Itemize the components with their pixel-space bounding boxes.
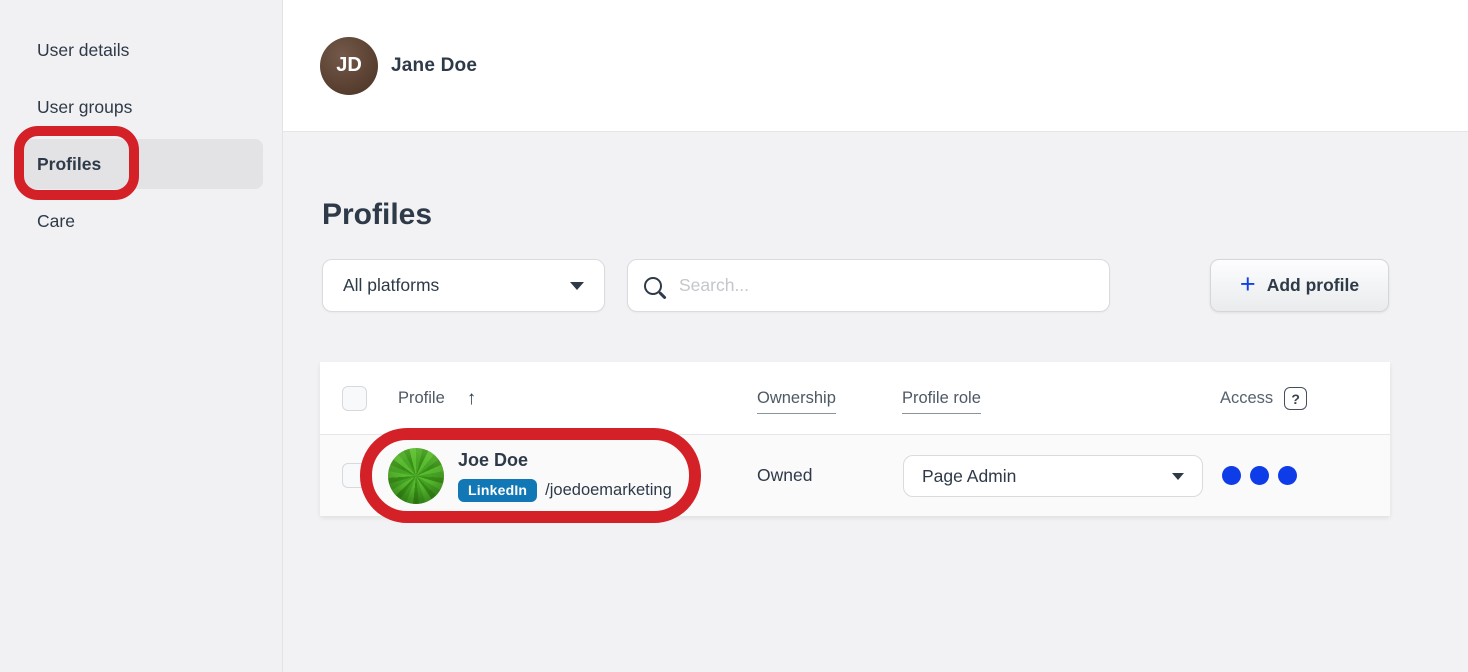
user-header: JD Jane Doe (283, 0, 1468, 132)
ownership-value: Owned (757, 435, 812, 516)
sidebar-item-care[interactable]: Care (16, 196, 263, 246)
access-dot (1250, 466, 1269, 485)
sidebar-item-label: Profiles (37, 154, 101, 175)
table-header-row: Profile ↑ Ownership Profile role Access … (320, 362, 1390, 435)
column-header-profile[interactable]: Profile ↑ (398, 362, 476, 435)
column-header-profile-role[interactable]: Profile role (902, 389, 981, 414)
chevron-down-icon (570, 282, 584, 290)
sidebar-item-profiles[interactable]: Profiles (16, 139, 263, 189)
help-icon[interactable]: ? (1284, 387, 1307, 410)
sidebar-item-user-groups[interactable]: User groups (16, 82, 263, 132)
sort-ascending-icon: ↑ (467, 388, 477, 410)
linkedin-badge: LinkedIn (458, 479, 537, 502)
column-label: Access (1220, 389, 1273, 408)
profile-role-value: Page Admin (922, 466, 1016, 487)
access-dot (1278, 466, 1297, 485)
platform-filter-dropdown[interactable]: All platforms (322, 259, 605, 312)
table-row: Joe Doe LinkedIn /joedoemarketing Owned … (320, 435, 1390, 516)
access-dot (1222, 466, 1241, 485)
plus-icon: + (1240, 271, 1256, 298)
profile-handle: /joedoemarketing (545, 481, 672, 500)
profile-network-line: LinkedIn /joedoemarketing (458, 479, 672, 502)
sidebar-item-label: Care (37, 211, 75, 232)
access-level-indicator (1222, 435, 1297, 516)
add-profile-label: Add profile (1267, 275, 1359, 296)
user-avatar: JD (320, 37, 378, 95)
column-label: Profile (398, 389, 445, 408)
avatar-initials: JD (336, 54, 362, 77)
profile-avatar (388, 448, 444, 504)
column-header-access: Access ? (1220, 362, 1307, 435)
profiles-table: Profile ↑ Ownership Profile role Access … (320, 362, 1390, 516)
user-name: Jane Doe (391, 55, 477, 77)
chevron-down-icon (1172, 473, 1184, 480)
row-checkbox[interactable] (342, 463, 367, 488)
platform-filter-value: All platforms (343, 275, 439, 296)
sidebar-item-user-details[interactable]: User details (16, 25, 263, 75)
search-icon (644, 277, 662, 295)
page-title: Profiles (322, 198, 432, 232)
select-all-checkbox[interactable] (342, 386, 367, 411)
sidebar-item-label: User groups (37, 97, 132, 118)
profile-name: Joe Doe (458, 450, 528, 471)
settings-sidebar: User details User groups Profiles Care (0, 0, 283, 672)
search-input[interactable] (677, 274, 1093, 297)
add-profile-button[interactable]: + Add profile (1210, 259, 1389, 312)
column-header-ownership[interactable]: Ownership (757, 389, 836, 414)
profile-search[interactable] (627, 259, 1110, 312)
sidebar-item-label: User details (37, 40, 129, 61)
app-window: User details User groups Profiles Care J… (0, 0, 1468, 672)
profile-role-dropdown[interactable]: Page Admin (903, 455, 1203, 497)
